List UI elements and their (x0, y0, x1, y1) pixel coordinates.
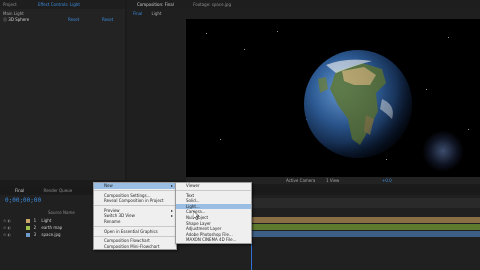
composition-viewer[interactable] (186, 19, 480, 177)
effect-reset-link-1[interactable]: Reset (68, 17, 79, 23)
layer-name: space.jpg (41, 232, 61, 237)
layer-row-earth-map[interactable]: ⊙ ◐ 2 earth map (0, 224, 93, 231)
tab-composition-final[interactable]: Composition: Final (134, 0, 177, 9)
tab-timeline-final[interactable]: Final (12, 186, 27, 195)
layer-number: 1 (33, 218, 37, 223)
menu-separator (94, 226, 176, 228)
composition-tabbar: Composition: Final Footage: space.jpg (127, 0, 480, 9)
tab-render-queue[interactable]: Render Queue (41, 186, 76, 195)
track-bar-light[interactable] (250, 217, 480, 223)
menu-separator (94, 190, 176, 192)
subtab-light[interactable]: Light (152, 11, 162, 16)
composition-subtabs: Final Light (133, 11, 161, 17)
menu-item-reveal-composition[interactable]: Reveal Composition in Project (94, 198, 176, 204)
timeline-ruler[interactable] (250, 198, 480, 208)
layer-name: earth map (41, 225, 63, 230)
active-camera-dropdown[interactable]: Active Camera (286, 177, 315, 184)
subtab-final[interactable]: Final (133, 11, 142, 16)
new-submenu: Viewer Text Solid... Light... Camera... … (175, 182, 252, 244)
submenu-item-viewer[interactable]: Viewer (176, 183, 251, 189)
context-menu: New ▸ Composition Settings... Reveal Com… (93, 182, 177, 251)
effect-row-label: Ⓘ 3D Sphere (3, 17, 30, 22)
project-tabbar: Project Effect Controls: Light (0, 0, 125, 9)
menu-separator (176, 190, 251, 192)
timecode-display[interactable]: 0;00;00;00 (5, 197, 41, 204)
track-bar-space[interactable] (250, 231, 480, 237)
tab-footage[interactable]: Footage: space.jpg (190, 0, 234, 9)
menu-item-rename[interactable]: Rename (94, 219, 176, 225)
menu-item-label: New (104, 183, 113, 188)
project-panel: Project Effect Controls: Light Main Ligh… (0, 0, 125, 180)
earth-globe (304, 50, 412, 158)
menu-item-label: Preview (104, 207, 120, 213)
layer-row-light[interactable]: ⊙ ◐ 1 Light (0, 217, 93, 224)
effect-reset-link-2[interactable]: Reset (102, 17, 113, 23)
source-name-header: Source Name (48, 210, 75, 215)
menu-separator (94, 205, 176, 207)
layer-color-swatch (26, 233, 31, 237)
mouse-cursor-icon (193, 211, 199, 220)
tab-effect-controls[interactable]: Effect Controls: Light (35, 0, 83, 9)
view-count-dropdown[interactable]: 1 View (326, 177, 339, 184)
tab-project[interactable]: Project (0, 0, 20, 9)
track-bar-earth-map[interactable] (250, 224, 480, 230)
menu-item-composition-mini-flowchart[interactable]: Composition Mini-Flowchart (94, 244, 176, 250)
layer-row-space[interactable]: ⊙ ◐ 3 space.jpg (0, 231, 93, 238)
submenu-arrow-icon: ▸ (170, 183, 173, 188)
menu-item-new[interactable]: New ▸ (94, 183, 176, 189)
layer-name: Light (41, 218, 52, 223)
layer-number: 2 (33, 225, 37, 230)
menu-item-label: Switch 3D View (104, 213, 135, 219)
menu-separator (94, 235, 176, 237)
menu-item-open-essential-graphics[interactable]: Open in Essential Graphics (94, 229, 176, 235)
layer-number: 3 (33, 232, 37, 237)
layer-color-swatch (26, 219, 31, 223)
submenu-item-cinema4d-file[interactable]: MAXON CINEMA 4D File... (176, 237, 251, 243)
exposure-value[interactable]: +0.0 (382, 177, 392, 184)
layer-color-swatch (26, 226, 31, 230)
